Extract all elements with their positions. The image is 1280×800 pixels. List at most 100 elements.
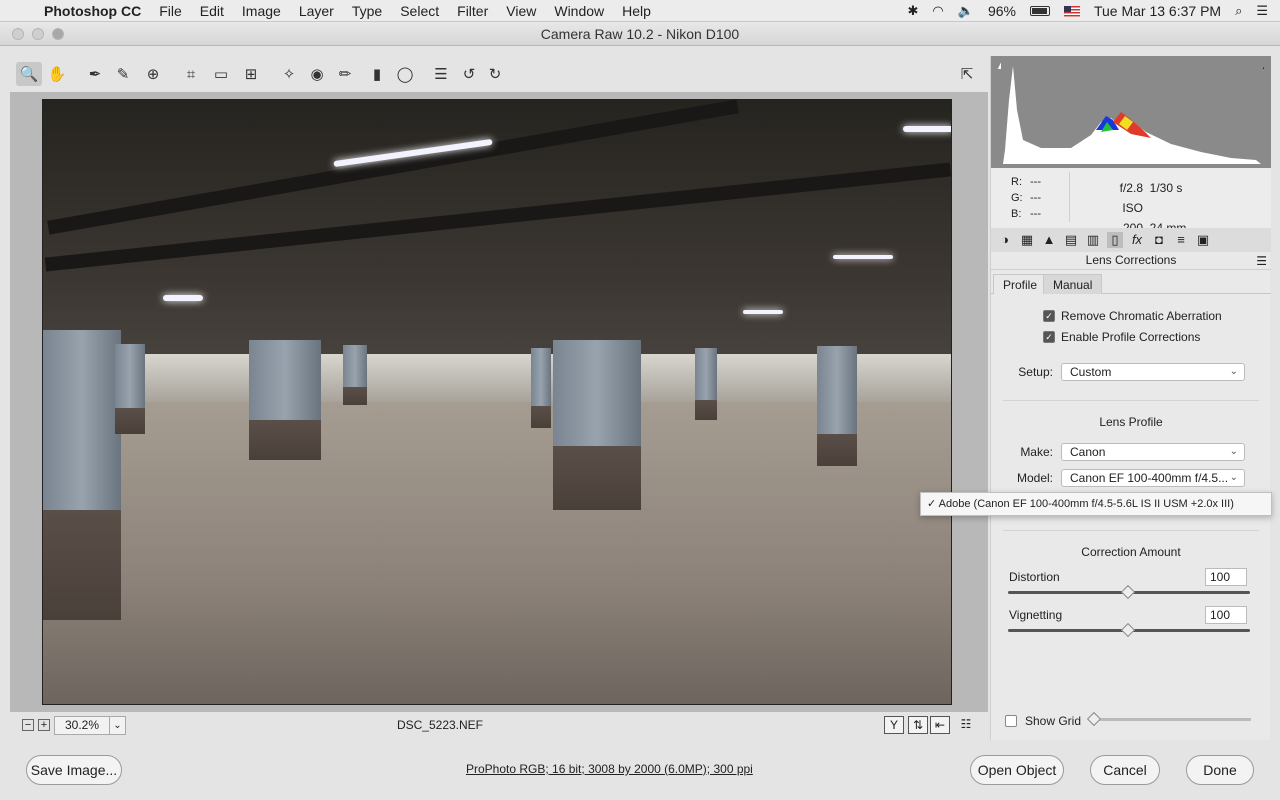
swap-before-after-icon[interactable]: ⇅ bbox=[908, 716, 928, 734]
workflow-options-link[interactable]: ProPhoto RGB; 16 bit; 3008 by 2000 (6.0M… bbox=[466, 762, 753, 776]
crop-tool-icon[interactable]: ⌗ bbox=[178, 62, 204, 86]
battery-icon[interactable] bbox=[1029, 6, 1050, 16]
vignetting-slider-thumb[interactable] bbox=[1120, 622, 1136, 638]
photo-preview[interactable] bbox=[42, 99, 952, 705]
open-object-button[interactable]: Open Object bbox=[970, 755, 1064, 785]
distortion-value-field[interactable]: 100 bbox=[1205, 568, 1247, 586]
battery-percent[interactable]: 96% bbox=[988, 3, 1016, 19]
image-preview-area[interactable] bbox=[10, 92, 988, 712]
targeted-adjustment-tool-icon[interactable]: ⊕ bbox=[140, 62, 166, 86]
effects-icon[interactable]: fx bbox=[1129, 232, 1145, 248]
chevron-down-icon: ⌄ bbox=[1229, 472, 1238, 483]
toggle-settings-icon[interactable]: ☷ bbox=[956, 716, 976, 734]
zoom-tool-icon[interactable]: 🔍 bbox=[16, 62, 42, 86]
pillar bbox=[531, 348, 551, 428]
hsl-icon[interactable]: ▤ bbox=[1063, 232, 1079, 248]
ceiling-light bbox=[903, 126, 951, 132]
fullscreen-toggle-icon[interactable]: ⇱ bbox=[954, 62, 980, 86]
spotlight-search-icon[interactable]: ⌕ bbox=[1235, 3, 1242, 19]
pillar bbox=[115, 344, 145, 434]
rotate-left-icon[interactable]: ↺ bbox=[456, 62, 482, 86]
wifi-icon[interactable]: ◠ bbox=[932, 3, 943, 19]
remove-chromatic-aberration-checkbox[interactable]: ✓ Remove Chromatic Aberration bbox=[1043, 308, 1222, 324]
distortion-slider-thumb[interactable] bbox=[1120, 584, 1136, 600]
tab-manual[interactable]: Manual bbox=[1043, 274, 1103, 294]
b-value: --- bbox=[1030, 208, 1042, 220]
menu-view[interactable]: View bbox=[506, 3, 536, 19]
basic-panel-icon[interactable]: ◑ bbox=[997, 232, 1013, 248]
minimize-window-button[interactable] bbox=[32, 28, 44, 40]
straighten-tool-icon[interactable]: ▭ bbox=[208, 62, 234, 86]
menu-bar: Photoshop CC File Edit Image Layer Type … bbox=[0, 0, 1280, 22]
notification-center-icon[interactable]: ☰ bbox=[1256, 3, 1268, 19]
save-image-button[interactable]: Save Image... bbox=[26, 755, 122, 785]
spot-removal-tool-icon[interactable]: ✧ bbox=[276, 62, 302, 86]
color-sampler-tool-icon[interactable]: ✎ bbox=[110, 62, 136, 86]
r-value: --- bbox=[1030, 176, 1042, 188]
ceiling-light bbox=[743, 310, 783, 314]
adjustment-brush-icon[interactable]: ✏ bbox=[332, 62, 358, 86]
grid-size-slider-thumb[interactable] bbox=[1086, 711, 1102, 727]
input-source-flag-icon[interactable] bbox=[1063, 5, 1080, 17]
volume-icon[interactable]: 🔈 bbox=[958, 3, 974, 19]
grid-size-slider[interactable] bbox=[1091, 718, 1251, 721]
aperture-value: f/2.8 bbox=[1119, 181, 1143, 195]
pillar bbox=[343, 345, 367, 405]
enable-profile-corrections-checkbox[interactable]: ✓ Enable Profile Corrections bbox=[1043, 329, 1200, 345]
bluetooth-icon[interactable]: ✱ bbox=[908, 3, 919, 19]
app-menu[interactable]: Photoshop CC bbox=[44, 3, 141, 19]
close-window-button[interactable] bbox=[12, 28, 24, 40]
clock[interactable]: Tue Mar 13 6:37 PM bbox=[1094, 3, 1221, 19]
show-grid-checkbox[interactable]: Show Grid bbox=[1005, 714, 1081, 728]
pillar bbox=[553, 340, 641, 510]
pillar bbox=[249, 340, 321, 460]
window-title: Camera Raw 10.2 - Nikon D100 bbox=[540, 26, 740, 42]
menu-filter[interactable]: Filter bbox=[457, 3, 488, 19]
radial-filter-icon[interactable]: ◯ bbox=[392, 62, 418, 86]
chevron-down-icon: ⌄ bbox=[1229, 366, 1238, 377]
split-toning-icon[interactable]: ▥ bbox=[1085, 232, 1101, 248]
make-value: Canon bbox=[1070, 445, 1106, 459]
red-eye-tool-icon[interactable]: ◉ bbox=[304, 62, 330, 86]
detail-icon[interactable]: ▲ bbox=[1041, 232, 1057, 248]
checkmark-icon: ✓ bbox=[1043, 331, 1055, 343]
menu-file[interactable]: File bbox=[159, 3, 182, 19]
tool-bar: 🔍 ✋ ✒ ✎ ⊕ ⌗ ▭ ⊞ ✧ ◉ ✏ ▮ ◯ ☰ ↺ ↻ ⇱ bbox=[10, 56, 988, 92]
shutter-value: 1/30 s bbox=[1149, 181, 1183, 195]
setup-select[interactable]: Custom ⌄ bbox=[1061, 363, 1245, 381]
cancel-button[interactable]: Cancel bbox=[1090, 755, 1160, 785]
menu-type[interactable]: Type bbox=[352, 3, 382, 19]
menu-layer[interactable]: Layer bbox=[299, 3, 334, 19]
lens-profile-dropdown-option[interactable]: ✓ Adobe (Canon EF 100-400mm f/4.5-5.6L I… bbox=[920, 492, 1272, 516]
menu-select[interactable]: Select bbox=[400, 3, 439, 19]
tone-curve-icon[interactable]: ▦ bbox=[1019, 232, 1035, 248]
tab-profile[interactable]: Profile bbox=[993, 274, 1048, 294]
before-after-compare-button[interactable]: Y bbox=[884, 716, 904, 734]
transform-tool-icon[interactable]: ⊞ bbox=[238, 62, 264, 86]
show-grid-label: Show Grid bbox=[1025, 714, 1082, 728]
done-button[interactable]: Done bbox=[1186, 755, 1254, 785]
presets-icon[interactable]: ≡ bbox=[1173, 232, 1189, 248]
camera-calibration-icon[interactable]: ◘ bbox=[1151, 232, 1167, 248]
make-select[interactable]: Canon ⌄ bbox=[1061, 443, 1245, 461]
preview-status-bar: − + 30.2% ⌄ DSC_5223.NEF Y ⇅ ⇤ ☷ bbox=[10, 712, 988, 740]
menu-image[interactable]: Image bbox=[242, 3, 281, 19]
hand-tool-icon[interactable]: ✋ bbox=[44, 62, 70, 86]
lens-corrections-icon[interactable]: ▯ bbox=[1107, 232, 1123, 248]
b-label: B: bbox=[1011, 208, 1022, 220]
setup-label: Setup: bbox=[1018, 365, 1053, 379]
preferences-list-icon[interactable]: ☰ bbox=[428, 62, 454, 86]
rotate-right-icon[interactable]: ↻ bbox=[482, 62, 508, 86]
menu-window[interactable]: Window bbox=[554, 3, 604, 19]
histogram: ▲ ▲ bbox=[991, 56, 1271, 168]
copy-after-to-before-icon[interactable]: ⇤ bbox=[930, 716, 950, 734]
vignetting-value-field[interactable]: 100 bbox=[1205, 606, 1247, 624]
menu-edit[interactable]: Edit bbox=[200, 3, 224, 19]
model-select[interactable]: Canon EF 100-400mm f/4.5... ⌄ bbox=[1061, 469, 1245, 487]
snapshots-icon[interactable]: ▣ bbox=[1195, 232, 1211, 248]
zoom-window-button[interactable] bbox=[52, 28, 64, 40]
menu-help[interactable]: Help bbox=[622, 3, 651, 19]
white-balance-tool-icon[interactable]: ✒ bbox=[82, 62, 108, 86]
panel-menu-icon[interactable]: ☰ bbox=[1256, 253, 1267, 269]
graduated-filter-icon[interactable]: ▮ bbox=[364, 62, 390, 86]
